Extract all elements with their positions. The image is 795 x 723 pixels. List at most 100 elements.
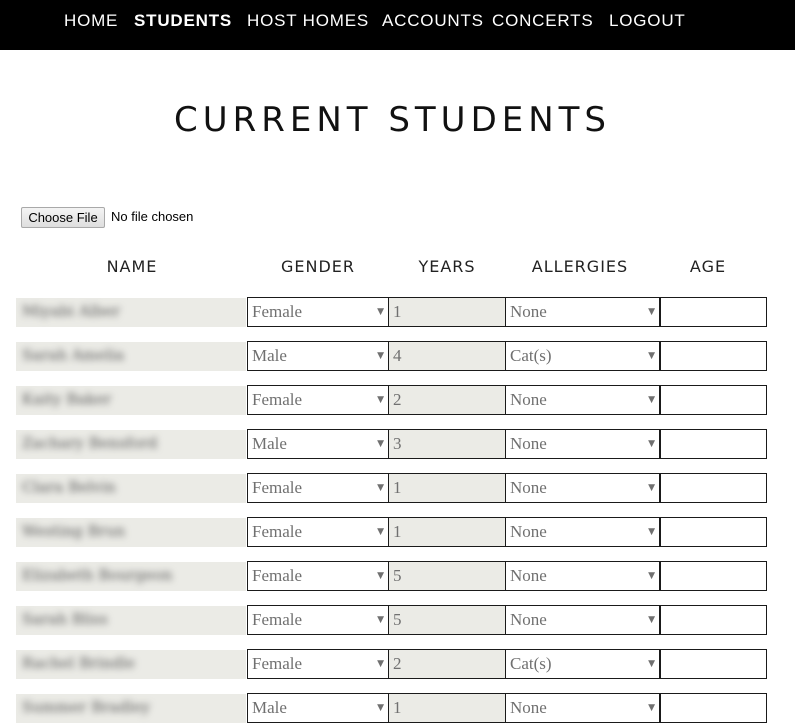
student-name: Rachel Brindle	[22, 654, 136, 672]
gender-select[interactable]: Female ▼	[247, 605, 389, 635]
dropdown-caret-icon: ▼	[648, 439, 655, 449]
allergies-select[interactable]: None ▼	[506, 693, 660, 723]
allergies-select[interactable]: Cat(s) ▼	[506, 649, 660, 679]
gender-select[interactable]: Male ▼	[247, 429, 389, 459]
years-value: 1	[393, 698, 402, 717]
student-name-cell: Kaity Baker	[16, 386, 246, 415]
student-name-cell: Sarah Amelia	[16, 342, 246, 371]
student-name: Sarah Amelia	[22, 346, 125, 364]
student-name: Kaity Baker	[22, 390, 112, 408]
allergies-select[interactable]: None ▼	[506, 473, 660, 503]
dropdown-caret-icon: ▼	[377, 439, 384, 449]
gender-select[interactable]: Female ▼	[247, 649, 389, 679]
age-input[interactable]	[660, 605, 767, 635]
nav-students-link[interactable]: STUDENTS	[134, 11, 232, 31]
dropdown-caret-icon: ▼	[648, 571, 655, 581]
nav-concerts-link[interactable]: CONCERTS	[492, 11, 594, 31]
allergies-value: None	[510, 566, 547, 585]
dropdown-caret-icon: ▼	[377, 483, 384, 493]
file-status-text: No file chosen	[111, 209, 194, 224]
years-field[interactable]: 1	[389, 517, 506, 547]
allergies-value: None	[510, 390, 547, 409]
allergies-value: None	[510, 434, 547, 453]
dropdown-caret-icon: ▼	[648, 615, 655, 625]
years-field[interactable]: 2	[389, 385, 506, 415]
dropdown-caret-icon: ▼	[648, 659, 655, 669]
age-input[interactable]	[660, 517, 767, 547]
dropdown-caret-icon: ▼	[648, 307, 655, 317]
years-field[interactable]: 3	[389, 429, 506, 459]
dropdown-caret-icon: ▼	[648, 395, 655, 405]
student-name-cell: Sarah Bliss	[16, 606, 246, 635]
student-name: Westing Brun	[22, 522, 126, 540]
dropdown-caret-icon: ▼	[377, 615, 384, 625]
dropdown-caret-icon: ▼	[648, 703, 655, 713]
table-row: Miyabi Alber Female ▼ 1 None ▼	[0, 297, 795, 327]
gender-select[interactable]: Male ▼	[247, 693, 389, 723]
age-input[interactable]	[660, 297, 767, 327]
student-name-cell: Rachel Brindle	[16, 650, 246, 679]
years-field[interactable]: 1	[389, 297, 506, 327]
dropdown-caret-icon: ▼	[377, 395, 384, 405]
allergies-select[interactable]: None ▼	[506, 429, 660, 459]
table-row: Sarah Amelia Male ▼ 4 Cat(s) ▼	[0, 341, 795, 371]
years-field[interactable]: 5	[389, 561, 506, 591]
student-name-cell: Zachary Bensford	[16, 430, 246, 459]
dropdown-caret-icon: ▼	[377, 571, 384, 581]
years-field[interactable]: 1	[389, 473, 506, 503]
gender-select[interactable]: Female ▼	[247, 561, 389, 591]
allergies-select[interactable]: None ▼	[506, 297, 660, 327]
choose-file-button[interactable]: Choose File	[21, 207, 105, 228]
allergies-value: Cat(s)	[510, 346, 552, 365]
allergies-select[interactable]: Cat(s) ▼	[506, 341, 660, 371]
age-input[interactable]	[660, 473, 767, 503]
table-row: Clara Belvin Female ▼ 1 None ▼	[0, 473, 795, 503]
student-name: Sarah Bliss	[22, 610, 108, 628]
age-input[interactable]	[660, 429, 767, 459]
years-field[interactable]: 5	[389, 605, 506, 635]
years-value: 4	[393, 346, 402, 365]
gender-select[interactable]: Female ▼	[247, 517, 389, 547]
allergies-value: None	[510, 698, 547, 717]
gender-select[interactable]: Female ▼	[247, 473, 389, 503]
gender-value: Male	[252, 434, 287, 453]
years-value: 1	[393, 478, 402, 497]
years-value: 5	[393, 610, 402, 629]
nav-host-homes-link[interactable]: HOST HOMES	[247, 11, 369, 31]
nav-home-link[interactable]: HOME	[64, 11, 118, 31]
gender-select[interactable]: Male ▼	[247, 341, 389, 371]
allergies-select[interactable]: None ▼	[506, 605, 660, 635]
age-input[interactable]	[660, 385, 767, 415]
age-input[interactable]	[660, 341, 767, 371]
nav-accounts-link[interactable]: ACCOUNTS	[382, 11, 484, 31]
gender-select[interactable]: Female ▼	[247, 385, 389, 415]
gender-select[interactable]: Female ▼	[247, 297, 389, 327]
gender-value: Female	[252, 566, 303, 585]
allergies-value: None	[510, 610, 547, 629]
allergies-select[interactable]: None ▼	[506, 517, 660, 547]
years-field[interactable]: 2	[389, 649, 506, 679]
dropdown-caret-icon: ▼	[648, 527, 655, 537]
table-row: Summer Bradley Male ▼ 1 None ▼	[0, 693, 795, 723]
student-name: Elizabeth Bourgeon	[22, 566, 173, 584]
dropdown-caret-icon: ▼	[377, 703, 384, 713]
column-header-gender: GENDER	[280, 257, 356, 276]
age-input[interactable]	[660, 693, 767, 723]
table-row: Westing Brun Female ▼ 1 None ▼	[0, 517, 795, 547]
nav-logout-link[interactable]: LOGOUT	[609, 11, 686, 31]
allergies-select[interactable]: None ▼	[506, 385, 660, 415]
years-field[interactable]: 4	[389, 341, 506, 371]
years-value: 1	[393, 302, 402, 321]
allergies-select[interactable]: None ▼	[506, 561, 660, 591]
age-input[interactable]	[660, 561, 767, 591]
dropdown-caret-icon: ▼	[377, 659, 384, 669]
gender-value: Female	[252, 478, 303, 497]
gender-value: Female	[252, 390, 303, 409]
years-field[interactable]: 1	[389, 693, 506, 723]
years-value: 2	[393, 654, 402, 673]
page-title: CURRENT STUDENTS	[173, 100, 612, 140]
allergies-value: None	[510, 302, 547, 321]
age-input[interactable]	[660, 649, 767, 679]
student-name-cell: Westing Brun	[16, 518, 246, 547]
column-header-years: YEARS	[418, 257, 476, 276]
